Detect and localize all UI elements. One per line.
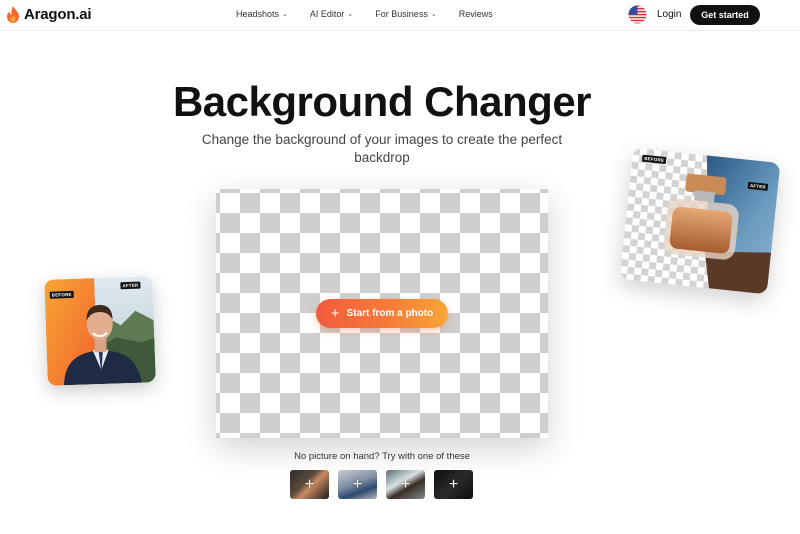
brand-name: Aragon.ai xyxy=(24,6,92,23)
sample-man-glasses[interactable]: + xyxy=(290,470,329,499)
menu-headshots[interactable]: Headshots ⌄ xyxy=(236,9,288,19)
menu-headshots-label: Headshots xyxy=(236,9,280,19)
menu-for-business[interactable]: For Business ⌄ xyxy=(375,9,436,19)
sample-hint: No picture on hand? Try with one of thes… xyxy=(294,451,470,462)
login-link[interactable]: Login xyxy=(657,9,681,20)
plus-icon: + xyxy=(448,475,459,493)
sample-images: + + + + xyxy=(290,470,473,499)
after-tag: AFTER xyxy=(120,281,141,290)
plus-icon: + xyxy=(330,305,340,322)
menu-for-business-label: For Business xyxy=(375,9,428,19)
flame-icon xyxy=(7,6,19,23)
start-from-photo-label: Start from a photo xyxy=(346,308,434,319)
chevron-down-icon: ⌄ xyxy=(347,11,354,18)
chevron-down-icon: ⌄ xyxy=(282,11,288,18)
plus-icon: + xyxy=(400,475,411,493)
top-navbar: Aragon.ai Headshots ⌄ AI Editor ⌄ For Bu… xyxy=(0,0,800,31)
perfume-example-image xyxy=(619,147,781,295)
menu-ai-editor[interactable]: AI Editor ⌄ xyxy=(310,9,353,19)
menu-ai-editor-label: AI Editor xyxy=(309,9,345,19)
example-card-portrait: BEFORE AFTER xyxy=(44,276,156,386)
before-tag: BEFORE xyxy=(49,290,74,299)
main-menu: Headshots ⌄ AI Editor ⌄ For Business ⌄ R… xyxy=(236,9,515,19)
page-subtitle: Change the background of your images to … xyxy=(201,132,563,165)
menu-reviews[interactable]: Reviews xyxy=(459,9,493,19)
page-title: Background Changer xyxy=(172,78,592,125)
menu-reviews-label: Reviews xyxy=(458,9,493,19)
sample-shoe[interactable]: + xyxy=(434,470,473,499)
sample-denim-jacket[interactable]: + xyxy=(338,470,377,499)
chevron-down-icon: ⌄ xyxy=(430,11,437,18)
start-from-photo-button[interactable]: + Start from a photo xyxy=(316,299,448,328)
brand-logo[interactable]: Aragon.ai xyxy=(6,6,92,23)
example-card-perfume: BEFORE AFTER xyxy=(619,147,781,295)
get-started-button[interactable]: Get started xyxy=(690,5,760,25)
us-flag-icon[interactable] xyxy=(628,5,647,24)
plus-icon: + xyxy=(304,475,315,493)
plus-icon: + xyxy=(352,475,363,493)
sample-woman-portrait[interactable]: + xyxy=(386,470,425,499)
